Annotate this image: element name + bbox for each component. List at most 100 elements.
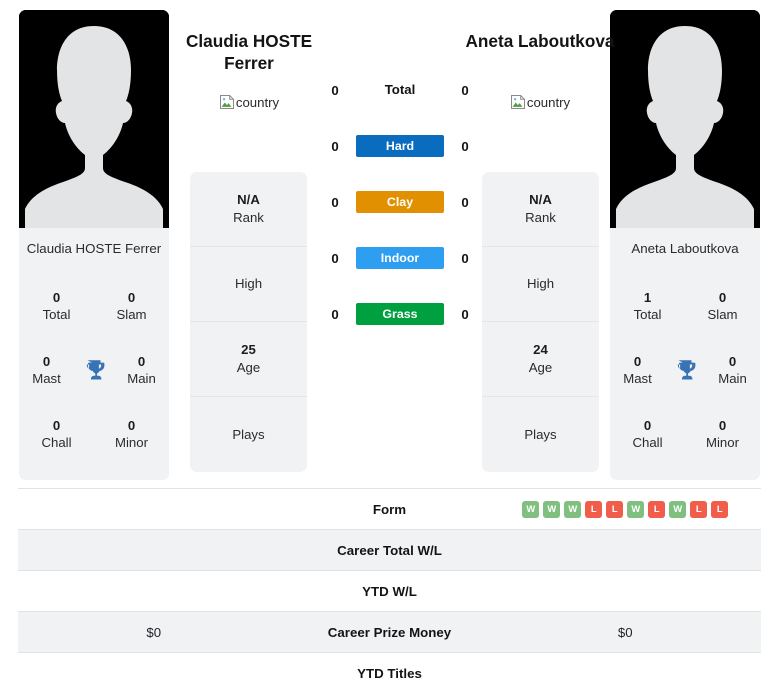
title-stat-mast: 0 Mast: [19, 353, 74, 388]
avatar-silhouette-icon: [610, 10, 760, 228]
title-stat-value: 0: [127, 289, 136, 305]
title-stat-label: Main: [718, 371, 747, 386]
surface-right-value: 0: [461, 82, 469, 98]
broken-image-icon: [510, 95, 525, 109]
titles-row: 0 Total 0 Slam: [19, 274, 169, 338]
surface-row-grass: 0 Grass 0: [325, 286, 475, 342]
form-badge-list: WWWLLWLWLL: [522, 500, 729, 518]
titles-grid-right: 1 Total 0 Slam 0 Mast 0 Main 0 Chall 0 M…: [610, 270, 760, 480]
surface-stats-stack: 0 Total 0 0 Hard 0 0 Clay 0 0 Indoor 0 0: [325, 62, 475, 342]
row-label: Career Prize Money: [327, 624, 452, 640]
title-stat-label: Total: [42, 307, 71, 322]
row-label: YTD Titles: [357, 666, 422, 681]
info-card-left: N/A Rank High 25 Age Plays: [190, 172, 307, 472]
title-stat-value: 0: [718, 417, 727, 433]
table-row-ytd-wl: YTD W/L: [18, 571, 761, 612]
surface-left-value: 0: [331, 250, 339, 266]
row-left-value: $0: [146, 624, 162, 640]
title-stat-label: Total: [633, 307, 662, 322]
title-stat-label: Mast: [32, 371, 61, 386]
age-label: Age: [236, 360, 261, 375]
compare-header-area: Claudia HOSTE Ferrer 0 Total 0 Slam 0 Ma…: [0, 0, 779, 480]
table-row-career-total-wl: Career Total W/L: [18, 530, 761, 571]
surface-left-value: 0: [331, 306, 339, 322]
title-stat-chall: 0 Chall: [610, 417, 685, 452]
form-badge-win: W: [669, 500, 687, 518]
player-card-left[interactable]: Claudia HOSTE Ferrer 0 Total 0 Slam 0 Ma…: [19, 10, 169, 480]
info-row-plays: Plays: [190, 397, 307, 472]
country-flag-left: country: [164, 94, 334, 110]
row-label: YTD W/L: [362, 583, 417, 599]
surface-right-value: 0: [461, 250, 469, 266]
title-stat-mast: 0 Mast: [610, 353, 665, 388]
surface-badge-clay[interactable]: Clay: [356, 191, 444, 213]
title-stat-value: 0: [42, 353, 51, 369]
title-stat-value: 1: [643, 289, 652, 305]
title-stat-label: Slam: [707, 307, 738, 322]
form-badge-win: W: [543, 500, 561, 518]
titles-row: 0 Mast 0 Main: [610, 338, 760, 402]
info-row-rank: N/A Rank: [190, 172, 307, 247]
title-stat-total: 1 Total: [610, 289, 685, 324]
country-flag-alt-text: country: [235, 95, 280, 110]
player-name-left[interactable]: Claudia HOSTE Ferrer: [164, 30, 334, 74]
plays-label: Plays: [232, 426, 265, 442]
player-name-right[interactable]: Aneta Laboutkova: [455, 30, 625, 52]
avatar-right: [610, 10, 760, 228]
info-row-rank: N/A Rank: [482, 172, 599, 247]
title-stat-value: 0: [643, 417, 652, 433]
avatar-left: [19, 10, 169, 228]
info-row-high: High: [190, 247, 307, 322]
row-right-value: $0: [617, 624, 633, 640]
title-stat-value: 0: [718, 289, 727, 305]
title-stat-slam: 0 Slam: [685, 289, 760, 324]
titles-row: 0 Chall 0 Minor: [19, 402, 169, 466]
title-stat-minor: 0 Minor: [685, 417, 760, 452]
surface-row-indoor: 0 Indoor 0: [325, 230, 475, 286]
plays-label: Plays: [524, 426, 557, 442]
table-row-career-prize-money: $0 Career Prize Money $0: [18, 612, 761, 653]
title-stat-chall: 0 Chall: [19, 417, 94, 452]
row-right-value: WWWLLWLWLL: [490, 500, 762, 518]
avatar-silhouette-icon: [19, 10, 169, 228]
title-stat-label: Chall: [41, 435, 72, 450]
broken-image-icon: [219, 95, 234, 109]
surface-left-value: 0: [331, 138, 339, 154]
title-stat-label: Mast: [623, 371, 652, 386]
trophy-icon-cell: [665, 357, 705, 383]
title-stat-value: 0: [52, 289, 61, 305]
table-row-form: Form WWWLLWLWLL: [18, 489, 761, 530]
player-comparison-page: Claudia HOSTE Ferrer 0 Total 0 Slam 0 Ma…: [0, 0, 779, 699]
surface-row-total: 0 Total 0: [325, 62, 475, 118]
comparison-table: Form WWWLLWLWLL Career Total W/L YTD W/L…: [18, 488, 761, 694]
info-row-plays: Plays: [482, 397, 599, 472]
player-card-right[interactable]: Aneta Laboutkova 1 Total 0 Slam 0 Mast 0…: [610, 10, 760, 480]
title-stat-value: 0: [728, 353, 737, 369]
title-stat-label: Main: [127, 371, 156, 386]
form-badge-loss: L: [690, 500, 708, 518]
high-label: High: [526, 276, 555, 292]
rank-label: Rank: [233, 210, 264, 225]
titles-row: 0 Mast 0 Main: [19, 338, 169, 402]
title-stat-main: 0 Main: [114, 353, 169, 388]
title-stat-value: 0: [633, 353, 642, 369]
info-card-right: N/A Rank High 24 Age Plays: [482, 172, 599, 472]
trophy-icon: [677, 360, 696, 380]
titles-grid-left: 0 Total 0 Slam 0 Mast 0 Main 0 Chall 0 M…: [19, 270, 169, 480]
country-flag-alt-text: country: [526, 95, 571, 110]
surface-left-value: 0: [331, 82, 339, 98]
surface-right-value: 0: [461, 138, 469, 154]
player-photo-name-right: Aneta Laboutkova: [610, 228, 760, 270]
surface-badge-hard[interactable]: Hard: [356, 135, 444, 157]
trophy-icon-cell: [74, 357, 114, 383]
title-stat-slam: 0 Slam: [94, 289, 169, 324]
age-label: Age: [528, 360, 553, 375]
surface-badge-grass[interactable]: Grass: [356, 303, 444, 325]
info-row-age: 24 Age: [482, 322, 599, 397]
age-value: 25: [241, 342, 256, 358]
surface-badge-indoor[interactable]: Indoor: [356, 247, 444, 269]
surface-row-clay: 0 Clay 0: [325, 174, 475, 230]
surface-right-value: 0: [461, 306, 469, 322]
rank-value: N/A: [529, 192, 552, 208]
titles-row: 0 Chall 0 Minor: [610, 402, 760, 466]
